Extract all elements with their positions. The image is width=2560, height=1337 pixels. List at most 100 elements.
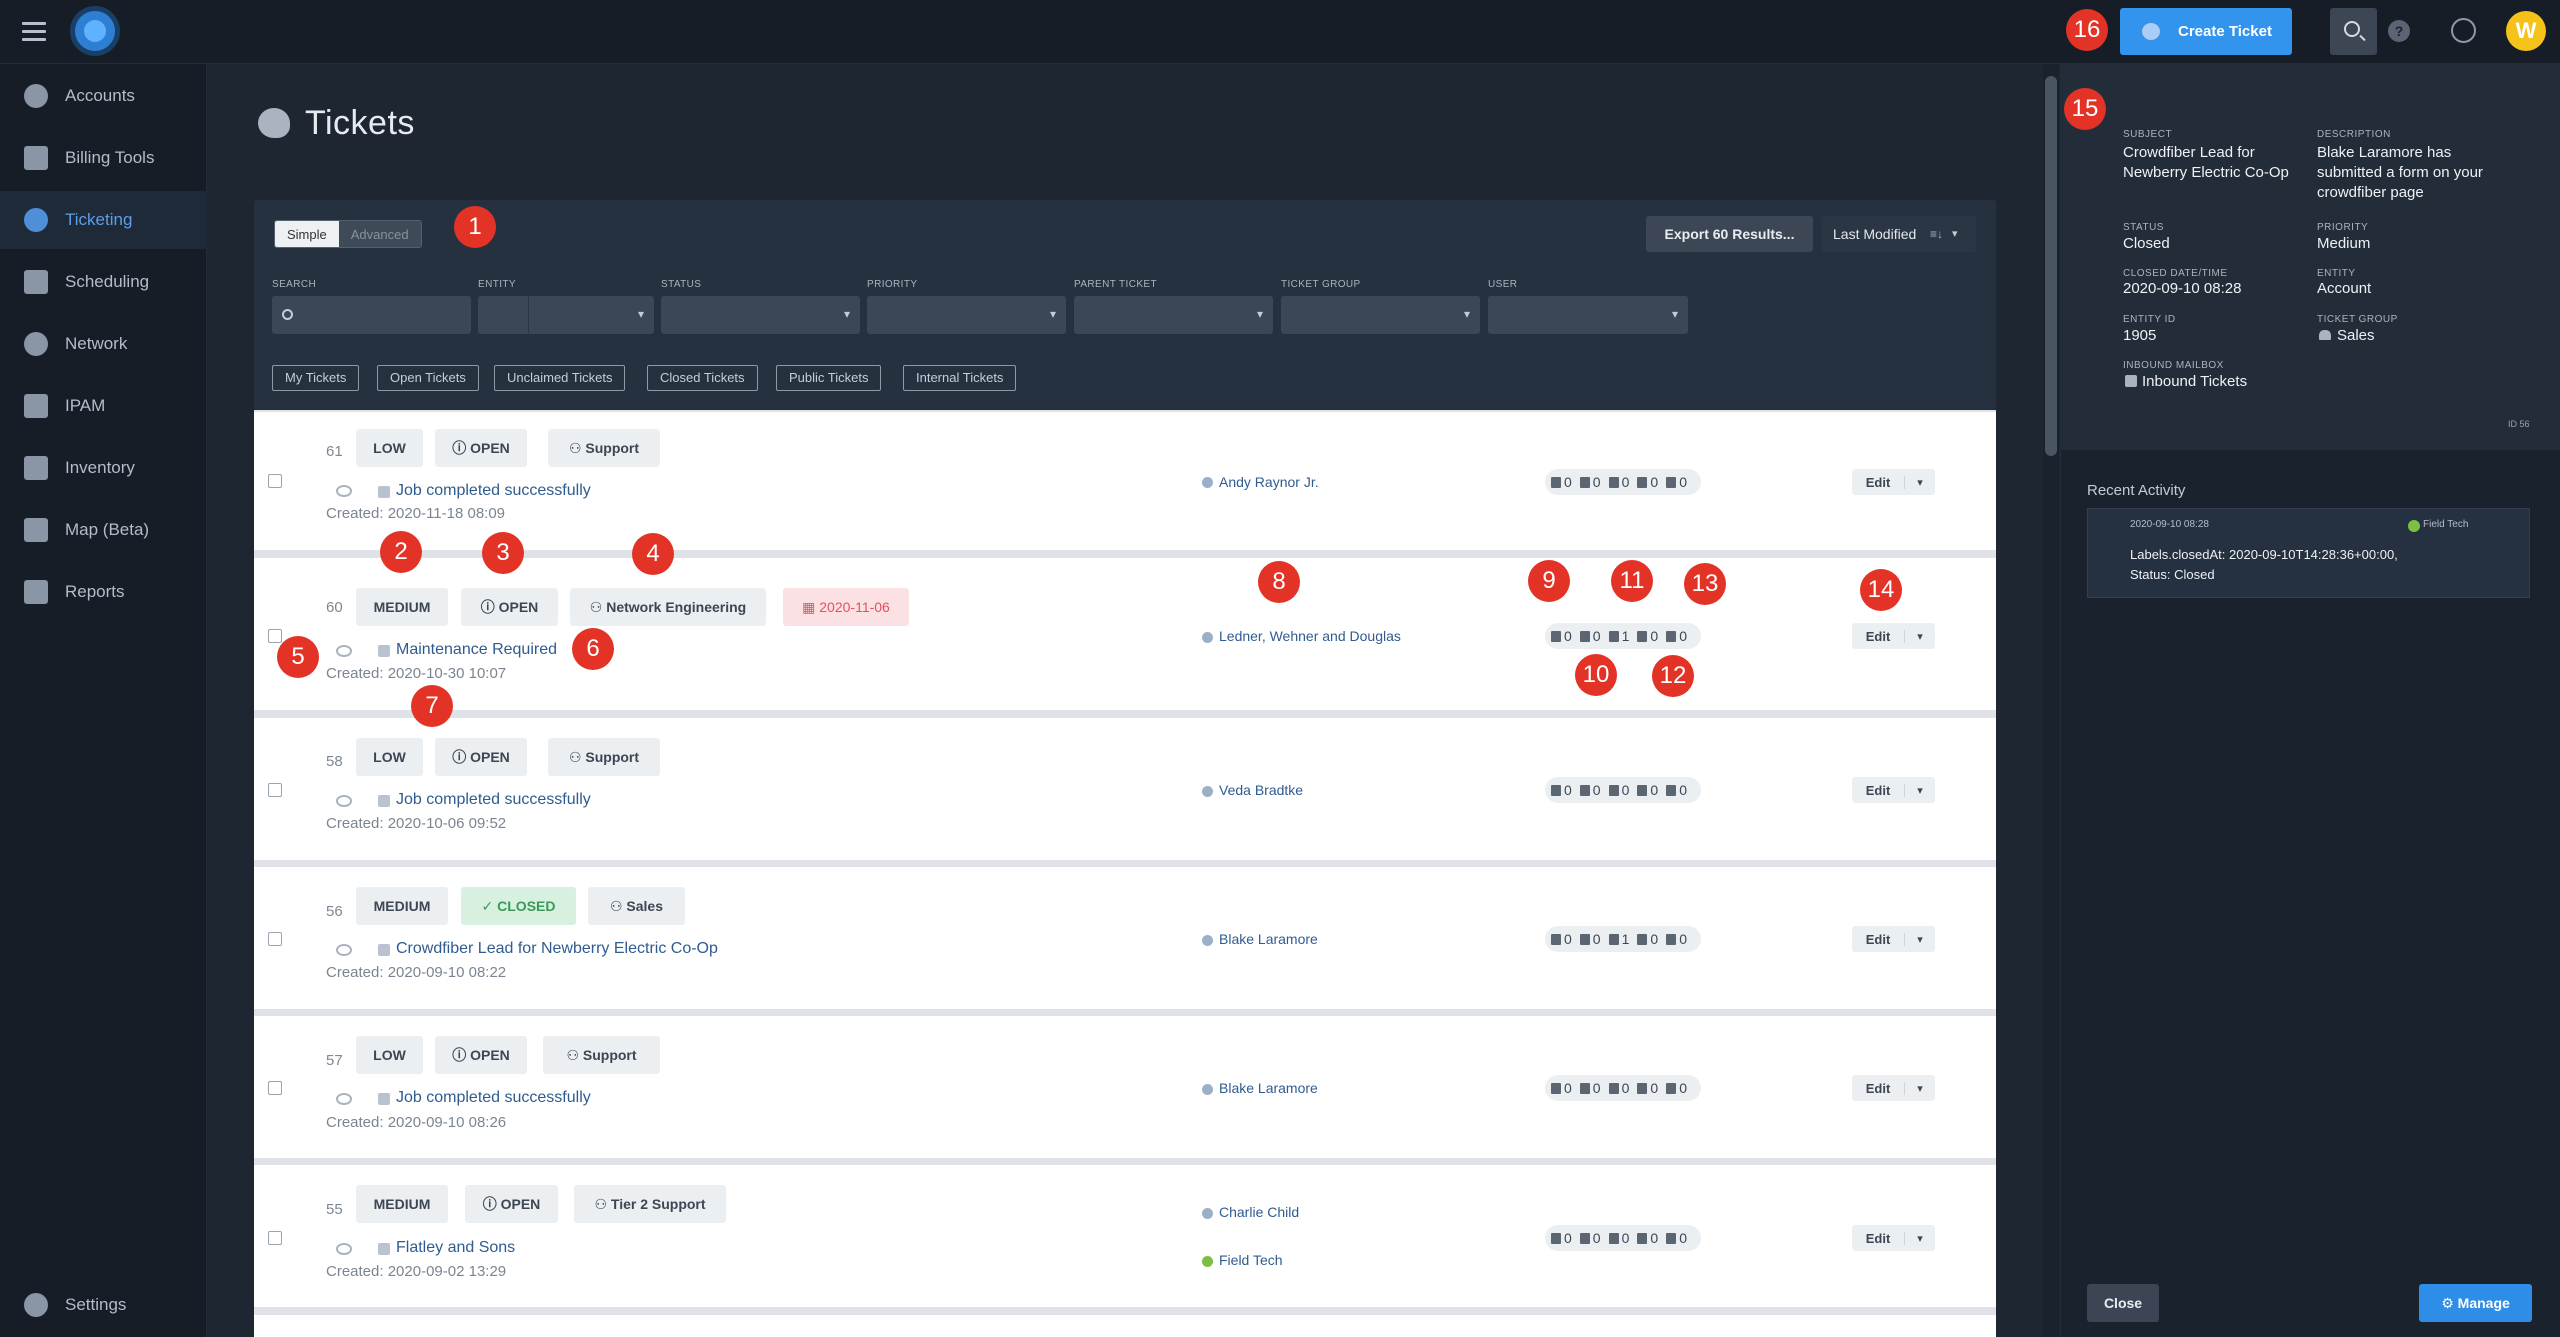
chevron-down-icon[interactable]: ▾ (1904, 783, 1935, 797)
created-date: Created: 2020-09-10 08:22 (326, 964, 507, 981)
entity-select[interactable]: ▾ (478, 296, 654, 334)
annotation-11: 11 (1611, 560, 1653, 602)
sidebar-item-accounts[interactable]: Accounts (0, 67, 207, 125)
chip-my-tickets[interactable]: My Tickets (272, 365, 360, 391)
chevron-down-icon[interactable]: ▾ (1904, 1231, 1935, 1245)
search-mode-toggle[interactable]: Simple Advanced (274, 220, 422, 248)
ticket-subject[interactable]: Job completed successfully (396, 791, 591, 809)
sidebar-item-map[interactable]: Map (Beta) (0, 501, 207, 559)
eye-slash-icon[interactable] (336, 795, 352, 807)
row-checkbox[interactable] (268, 629, 282, 643)
sidebar-item-settings[interactable]: Settings (0, 1276, 207, 1334)
ticket-subject[interactable]: Job completed successfully (396, 1089, 591, 1107)
manage-button[interactable]: ⚙ Manage (2419, 1284, 2532, 1322)
entity-value[interactable]: Account (2317, 279, 2371, 299)
ticket-row[interactable] (254, 1315, 1996, 1337)
sidebar-item-reports[interactable]: Reports (0, 563, 207, 621)
assignee-group-link[interactable]: Field Tech (1219, 1252, 1283, 1268)
assignee-link[interactable]: Ledner, Wehner and Douglas (1219, 628, 1401, 644)
chip-public-tickets[interactable]: Public Tickets (776, 365, 882, 391)
edit-button[interactable]: Edit ▾ (1852, 623, 1935, 649)
chip-unclaimed-tickets[interactable]: Unclaimed Tickets (494, 365, 626, 391)
status-select[interactable]: ▾ (661, 296, 860, 334)
row-checkbox[interactable] (268, 1081, 282, 1095)
row-checkbox[interactable] (268, 783, 282, 797)
eye-slash-icon[interactable] (336, 645, 352, 657)
global-search-button[interactable] (2330, 8, 2377, 55)
count-item: 0 (1637, 628, 1658, 644)
assignee-link[interactable]: Veda Bradtke (1219, 782, 1303, 798)
main-scrollbar[interactable] (2043, 64, 2059, 1337)
ticket-subject[interactable]: Flatley and Sons (396, 1239, 515, 1257)
assignee-link[interactable]: Charlie Child (1219, 1204, 1299, 1220)
annotation-7: 7 (411, 685, 453, 727)
menu-icon[interactable] (22, 22, 46, 41)
ticket-group-select[interactable]: ▾ (1281, 296, 1480, 334)
ticket-subject[interactable]: Job completed successfully (396, 482, 591, 500)
entity-id-label: ENTITY ID (2123, 314, 2176, 325)
export-button[interactable]: Export 60 Results... (1646, 216, 1813, 252)
chevron-down-icon[interactable]: ▾ (1904, 1081, 1935, 1095)
mode-simple[interactable]: Simple (275, 221, 339, 247)
scroll-thumb[interactable] (2045, 76, 2057, 456)
chip-open-tickets[interactable]: Open Tickets (377, 365, 479, 391)
billing-icon (24, 146, 48, 170)
heart-icon (1202, 632, 1213, 643)
ticket-id: ID 56 (2508, 419, 2530, 429)
sidebar-item-inventory[interactable]: Inventory (0, 439, 207, 497)
priority-select[interactable]: ▾ (867, 296, 1066, 334)
annotation-9: 9 (1528, 560, 1570, 602)
eye-icon[interactable] (336, 944, 352, 956)
edit-button[interactable]: Edit ▾ (1852, 469, 1935, 495)
annotation-3: 3 (482, 532, 524, 574)
count-item: 0 (1637, 474, 1658, 490)
chevron-down-icon[interactable]: ▾ (1904, 475, 1935, 489)
user-select[interactable]: ▾ (1488, 296, 1688, 334)
entity-label: ENTITY (478, 279, 516, 290)
help-icon[interactable]: ? (2388, 20, 2410, 42)
edit-button[interactable]: Edit ▾ (1852, 926, 1935, 952)
row-checkbox[interactable] (268, 1231, 282, 1245)
priority-label: PRIORITY (2317, 222, 2369, 233)
app-logo[interactable] (70, 6, 120, 56)
edit-button[interactable]: Edit ▾ (1852, 1225, 1935, 1251)
chevron-down-icon: ▾ (1463, 307, 1470, 321)
eye-icon[interactable] (336, 1243, 352, 1255)
edit-button[interactable]: Edit ▾ (1852, 1075, 1935, 1101)
count-item: 0 (1666, 1230, 1687, 1246)
parent-ticket-select[interactable]: ▾ (1074, 296, 1273, 334)
doc-icon (1551, 933, 1561, 945)
edit-button[interactable]: Edit ▾ (1852, 777, 1935, 803)
assignee-link[interactable]: Blake Laramore (1219, 931, 1318, 947)
close-button[interactable]: Close (2087, 1284, 2159, 1322)
row-checkbox[interactable] (268, 474, 282, 488)
sidebar-item-ipam[interactable]: IPAM (0, 377, 207, 435)
row-checkbox[interactable] (268, 932, 282, 946)
created-date: Created: 2020-10-30 10:07 (326, 665, 507, 682)
inbound-mailbox-value: Inbound Tickets (2142, 373, 2248, 390)
ticket-row[interactable] (254, 558, 1996, 710)
sidebar-item-scheduling[interactable]: Scheduling (0, 253, 207, 311)
user-avatar[interactable]: W (2506, 11, 2546, 51)
chip-closed-tickets[interactable]: Closed Tickets (647, 365, 758, 391)
ticket-subject[interactable]: Crowdfiber Lead for Newberry Electric Co… (396, 940, 718, 958)
sidebar-item-label: IPAM (65, 396, 106, 415)
eye-slash-icon[interactable] (336, 1093, 352, 1105)
sidebar-item-billing-tools[interactable]: Billing Tools (0, 129, 207, 187)
chip-internal-tickets[interactable]: Internal Tickets (903, 365, 1017, 391)
ticket-number: 61 (326, 443, 343, 460)
chevron-down-icon[interactable]: ▾ (1904, 629, 1935, 643)
history-icon[interactable] (2451, 18, 2476, 43)
assignee-link[interactable]: Blake Laramore (1219, 1080, 1318, 1096)
search-input[interactable] (272, 296, 471, 334)
create-ticket-button[interactable]: Create Ticket (2120, 8, 2292, 55)
ticket-subject[interactable]: Maintenance Required (396, 641, 557, 659)
sort-dropdown[interactable]: Last Modified ≡↓ ▾ (1822, 216, 1976, 252)
create-ticket-label: Create Ticket (2178, 23, 2272, 40)
mode-advanced[interactable]: Advanced (338, 221, 421, 247)
chevron-down-icon[interactable]: ▾ (1904, 932, 1935, 946)
eye-slash-icon[interactable] (336, 485, 352, 497)
assignee-link[interactable]: Andy Raynor Jr. (1219, 474, 1319, 490)
sidebar-item-network[interactable]: Network (0, 315, 207, 373)
sidebar-item-ticketing[interactable]: Ticketing (0, 191, 207, 249)
